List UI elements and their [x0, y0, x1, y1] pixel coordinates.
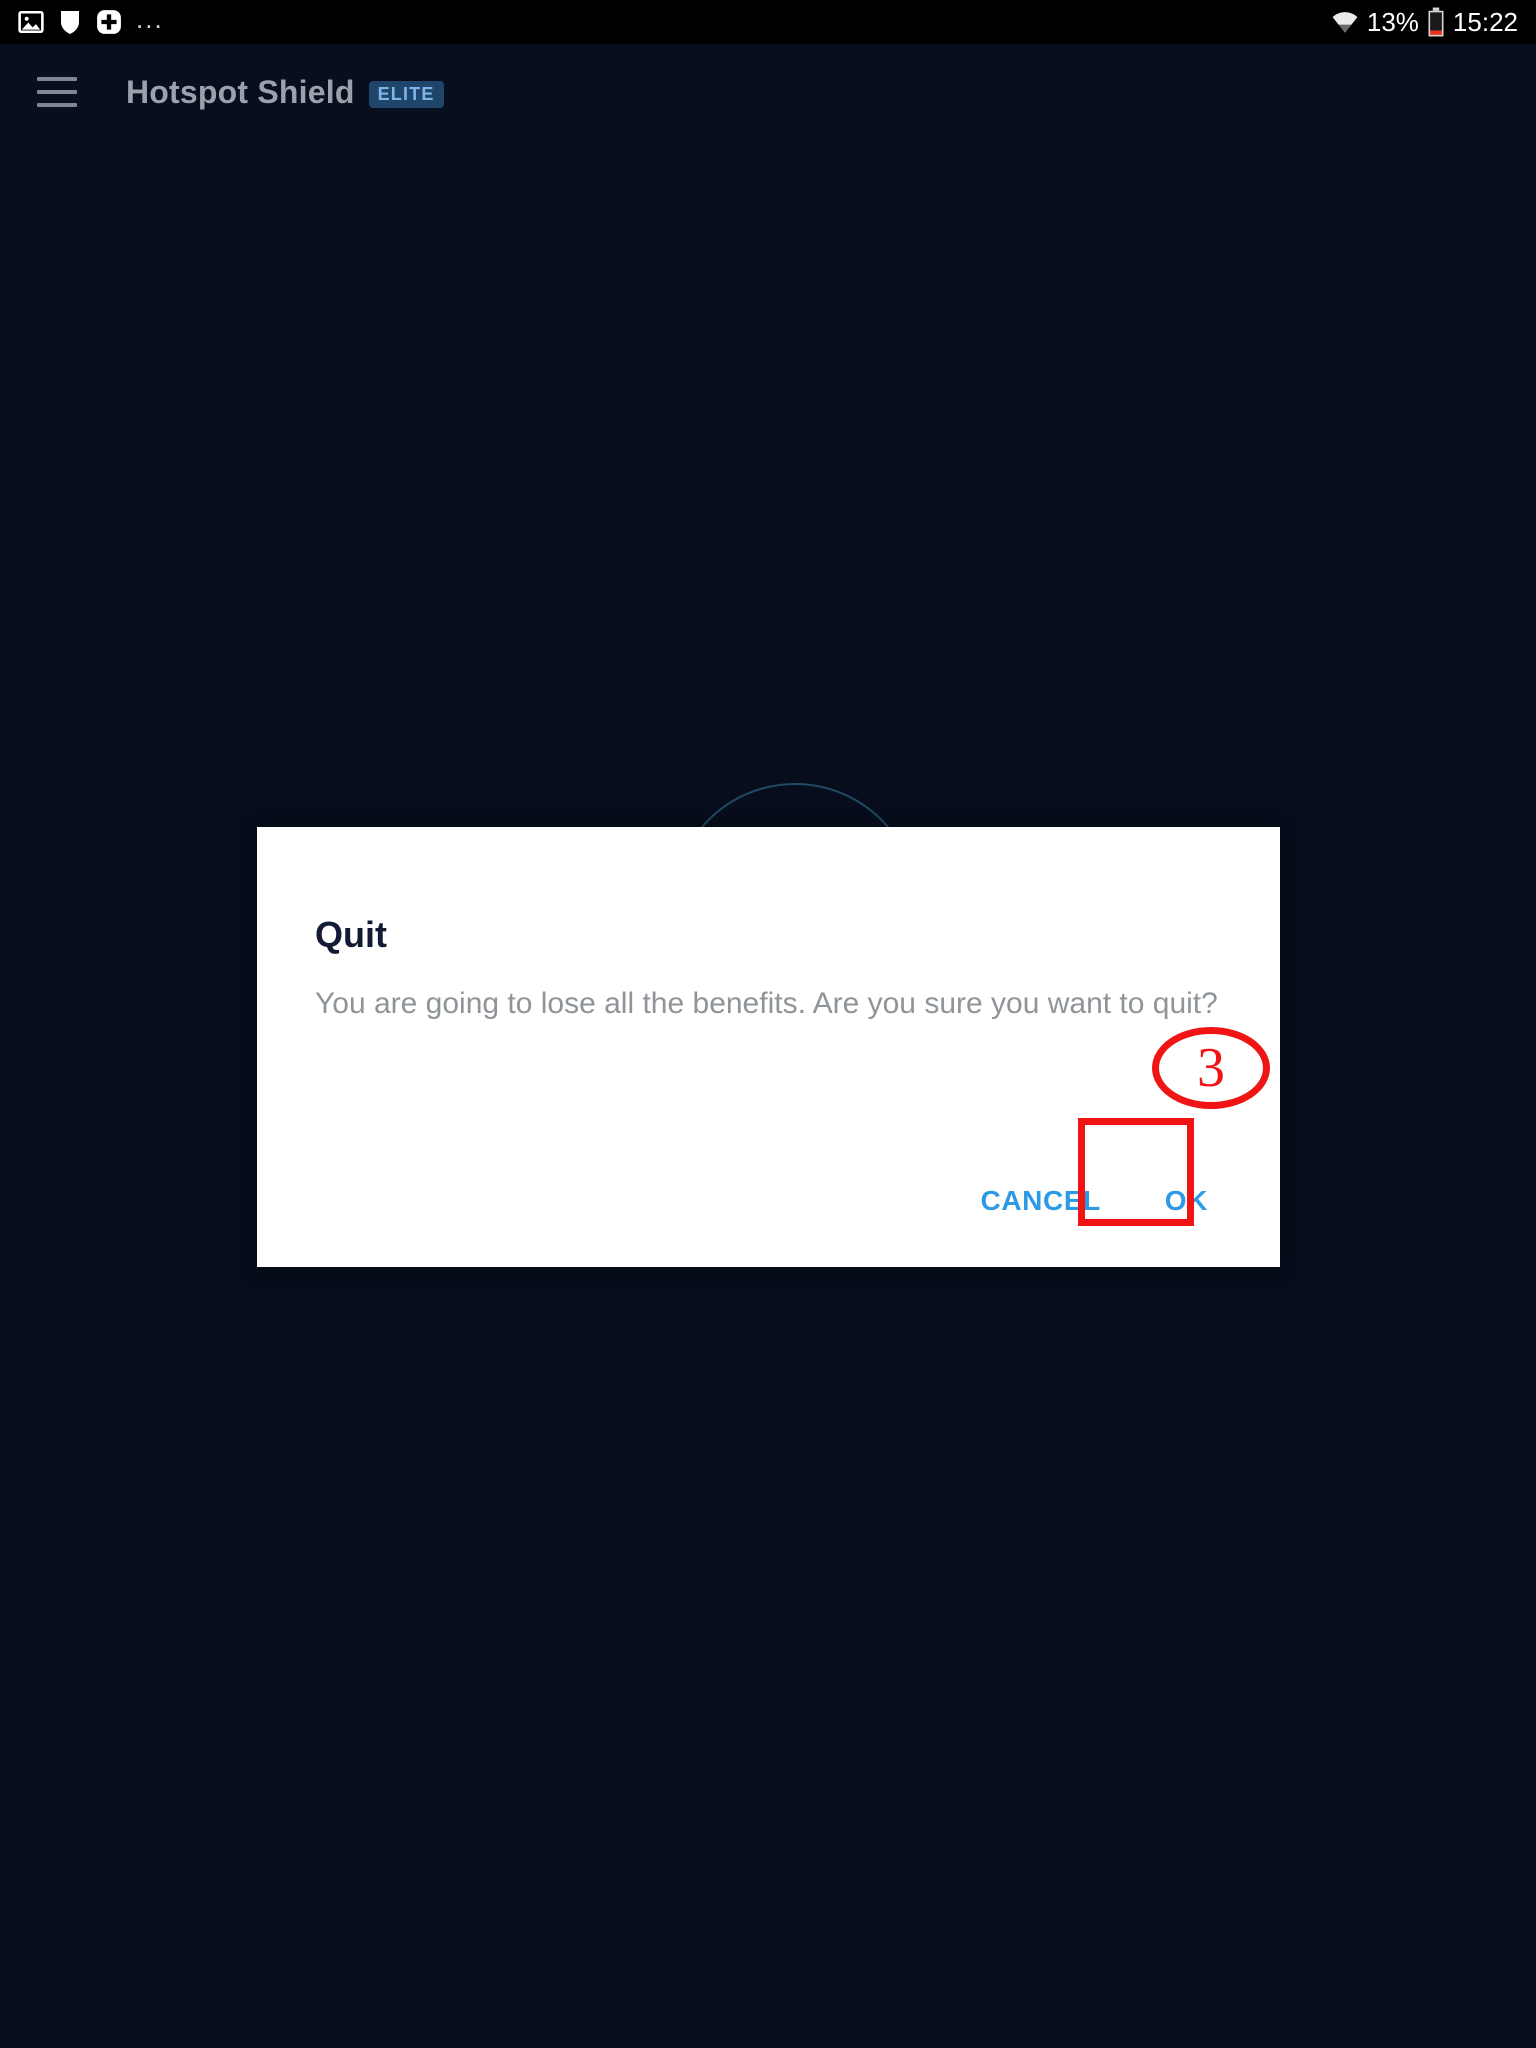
quit-dialog: Quit You are going to lose all the benef… [257, 827, 1280, 1267]
dialog-actions: CANCEL OK [963, 1173, 1226, 1229]
hamburger-bar [37, 103, 77, 107]
dialog-title: Quit [315, 914, 387, 955]
hamburger-bar [37, 90, 77, 94]
status-bar-right-items: 13% 15:22 [1331, 7, 1518, 37]
app-bar: Hotspot Shield ELITE [0, 44, 1536, 140]
battery-percent-label: 13% [1366, 7, 1419, 37]
wifi-icon [1331, 9, 1359, 35]
status-bar-left-icons: ... [18, 6, 164, 38]
shield-icon [58, 9, 82, 35]
cancel-button[interactable]: CANCEL [963, 1173, 1119, 1229]
app-title: Hotspot Shield [126, 74, 355, 110]
clock-label: 15:22 [1452, 7, 1518, 37]
ok-button[interactable]: OK [1147, 1173, 1226, 1229]
battery-low-icon [1427, 7, 1445, 37]
hamburger-menu-icon[interactable] [28, 63, 86, 121]
status-bar-overflow-ellipsis: ... [136, 4, 164, 34]
dialog-message: You are going to lose all the benefits. … [315, 987, 1218, 1020]
plus-circle-icon [96, 9, 122, 35]
hamburger-bar [37, 77, 77, 81]
elite-badge: ELITE [368, 80, 444, 108]
status-bar: ... 13% 15:22 [0, 0, 1536, 44]
image-icon [18, 9, 44, 35]
